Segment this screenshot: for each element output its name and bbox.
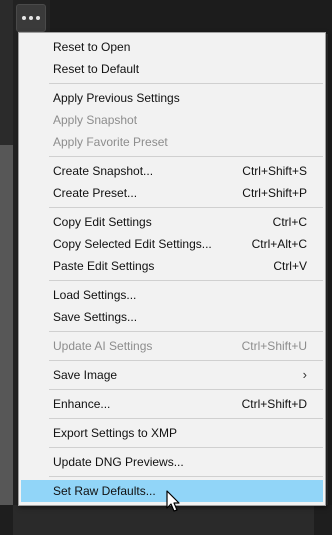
right-edge bbox=[328, 34, 332, 535]
menu-item-create-preset[interactable]: Create Preset... Ctrl+Shift+P bbox=[19, 182, 325, 204]
menu-item-shortcut: Ctrl+Shift+S bbox=[242, 164, 307, 178]
menu-separator bbox=[49, 360, 323, 361]
menu-item-apply-previous-settings[interactable]: Apply Previous Settings bbox=[19, 87, 325, 109]
more-horizontal-icon bbox=[22, 16, 40, 20]
menu-item-shortcut: Ctrl+V bbox=[273, 259, 307, 273]
menu-item-label: Save Settings... bbox=[53, 310, 138, 324]
menu-separator bbox=[49, 207, 323, 208]
menu-item-label: Create Snapshot... bbox=[53, 164, 154, 178]
menu-item-export-settings-to-xmp[interactable]: Export Settings to XMP bbox=[19, 422, 325, 444]
menu-item-update-ai-settings: Update AI Settings Ctrl+Shift+U bbox=[19, 335, 325, 357]
more-options-button[interactable] bbox=[16, 4, 46, 32]
bottom-bar-inner bbox=[13, 505, 314, 535]
menu-separator bbox=[49, 418, 323, 419]
mouse-pointer-icon bbox=[166, 490, 180, 512]
menu-item-update-dng-previews[interactable]: Update DNG Previews... bbox=[19, 451, 325, 473]
menu-item-label: Copy Edit Settings bbox=[53, 215, 152, 229]
menu-item-save-image[interactable]: Save Image › bbox=[19, 364, 325, 386]
menu-item-reset-to-open[interactable]: Reset to Open bbox=[19, 36, 325, 58]
menu-item-label: Create Preset... bbox=[53, 186, 138, 200]
menu-item-label: Set Raw Defaults... bbox=[53, 484, 156, 498]
menu-item-label: Load Settings... bbox=[53, 288, 137, 302]
menu-item-apply-favorite-preset: Apply Favorite Preset bbox=[19, 131, 325, 153]
menu-item-save-settings[interactable]: Save Settings... bbox=[19, 306, 325, 328]
chevron-right-icon: › bbox=[302, 367, 307, 382]
menu-item-load-settings[interactable]: Load Settings... bbox=[19, 284, 325, 306]
menu-item-shortcut: Ctrl+Shift+D bbox=[241, 397, 307, 411]
menu-separator bbox=[49, 476, 323, 477]
menu-item-label: Apply Previous Settings bbox=[53, 91, 180, 105]
menu-separator bbox=[49, 389, 323, 390]
menu-item-apply-snapshot: Apply Snapshot bbox=[19, 109, 325, 131]
menu-item-label: Enhance... bbox=[53, 397, 111, 411]
menu-item-label: Export Settings to XMP bbox=[53, 426, 178, 440]
menu-item-label: Update AI Settings bbox=[53, 339, 153, 353]
menu-item-label: Update DNG Previews... bbox=[53, 455, 184, 469]
left-gray-panel bbox=[0, 145, 13, 535]
top-bar bbox=[50, 0, 332, 34]
menu-item-copy-selected-edit-settings[interactable]: Copy Selected Edit Settings... Ctrl+Alt+… bbox=[19, 233, 325, 255]
menu-item-label: Save Image bbox=[53, 368, 118, 382]
menu-separator bbox=[49, 331, 323, 332]
menu-item-label: Apply Favorite Preset bbox=[53, 135, 168, 149]
context-menu: Reset to Open Reset to Default Apply Pre… bbox=[18, 32, 326, 506]
menu-item-shortcut: Ctrl+Shift+P bbox=[242, 186, 307, 200]
menu-item-create-snapshot[interactable]: Create Snapshot... Ctrl+Shift+S bbox=[19, 160, 325, 182]
menu-separator bbox=[49, 447, 323, 448]
menu-item-enhance[interactable]: Enhance... Ctrl+Shift+D bbox=[19, 393, 325, 415]
menu-separator bbox=[49, 280, 323, 281]
menu-item-label: Reset to Default bbox=[53, 62, 140, 76]
menu-item-shortcut: Ctrl+C bbox=[272, 215, 307, 229]
left-dark-panel bbox=[0, 0, 13, 145]
menu-item-label: Apply Snapshot bbox=[53, 113, 138, 127]
menu-separator bbox=[49, 83, 323, 84]
menu-item-shortcut: Ctrl+Shift+U bbox=[241, 339, 307, 353]
menu-item-paste-edit-settings[interactable]: Paste Edit Settings Ctrl+V bbox=[19, 255, 325, 277]
menu-item-label: Copy Selected Edit Settings... bbox=[53, 237, 212, 251]
menu-item-reset-to-default[interactable]: Reset to Default bbox=[19, 58, 325, 80]
menu-item-label: Paste Edit Settings bbox=[53, 259, 155, 273]
menu-separator bbox=[49, 156, 323, 157]
menu-item-copy-edit-settings[interactable]: Copy Edit Settings Ctrl+C bbox=[19, 211, 325, 233]
menu-item-label: Reset to Open bbox=[53, 40, 131, 54]
menu-item-shortcut: Ctrl+Alt+C bbox=[251, 237, 307, 251]
